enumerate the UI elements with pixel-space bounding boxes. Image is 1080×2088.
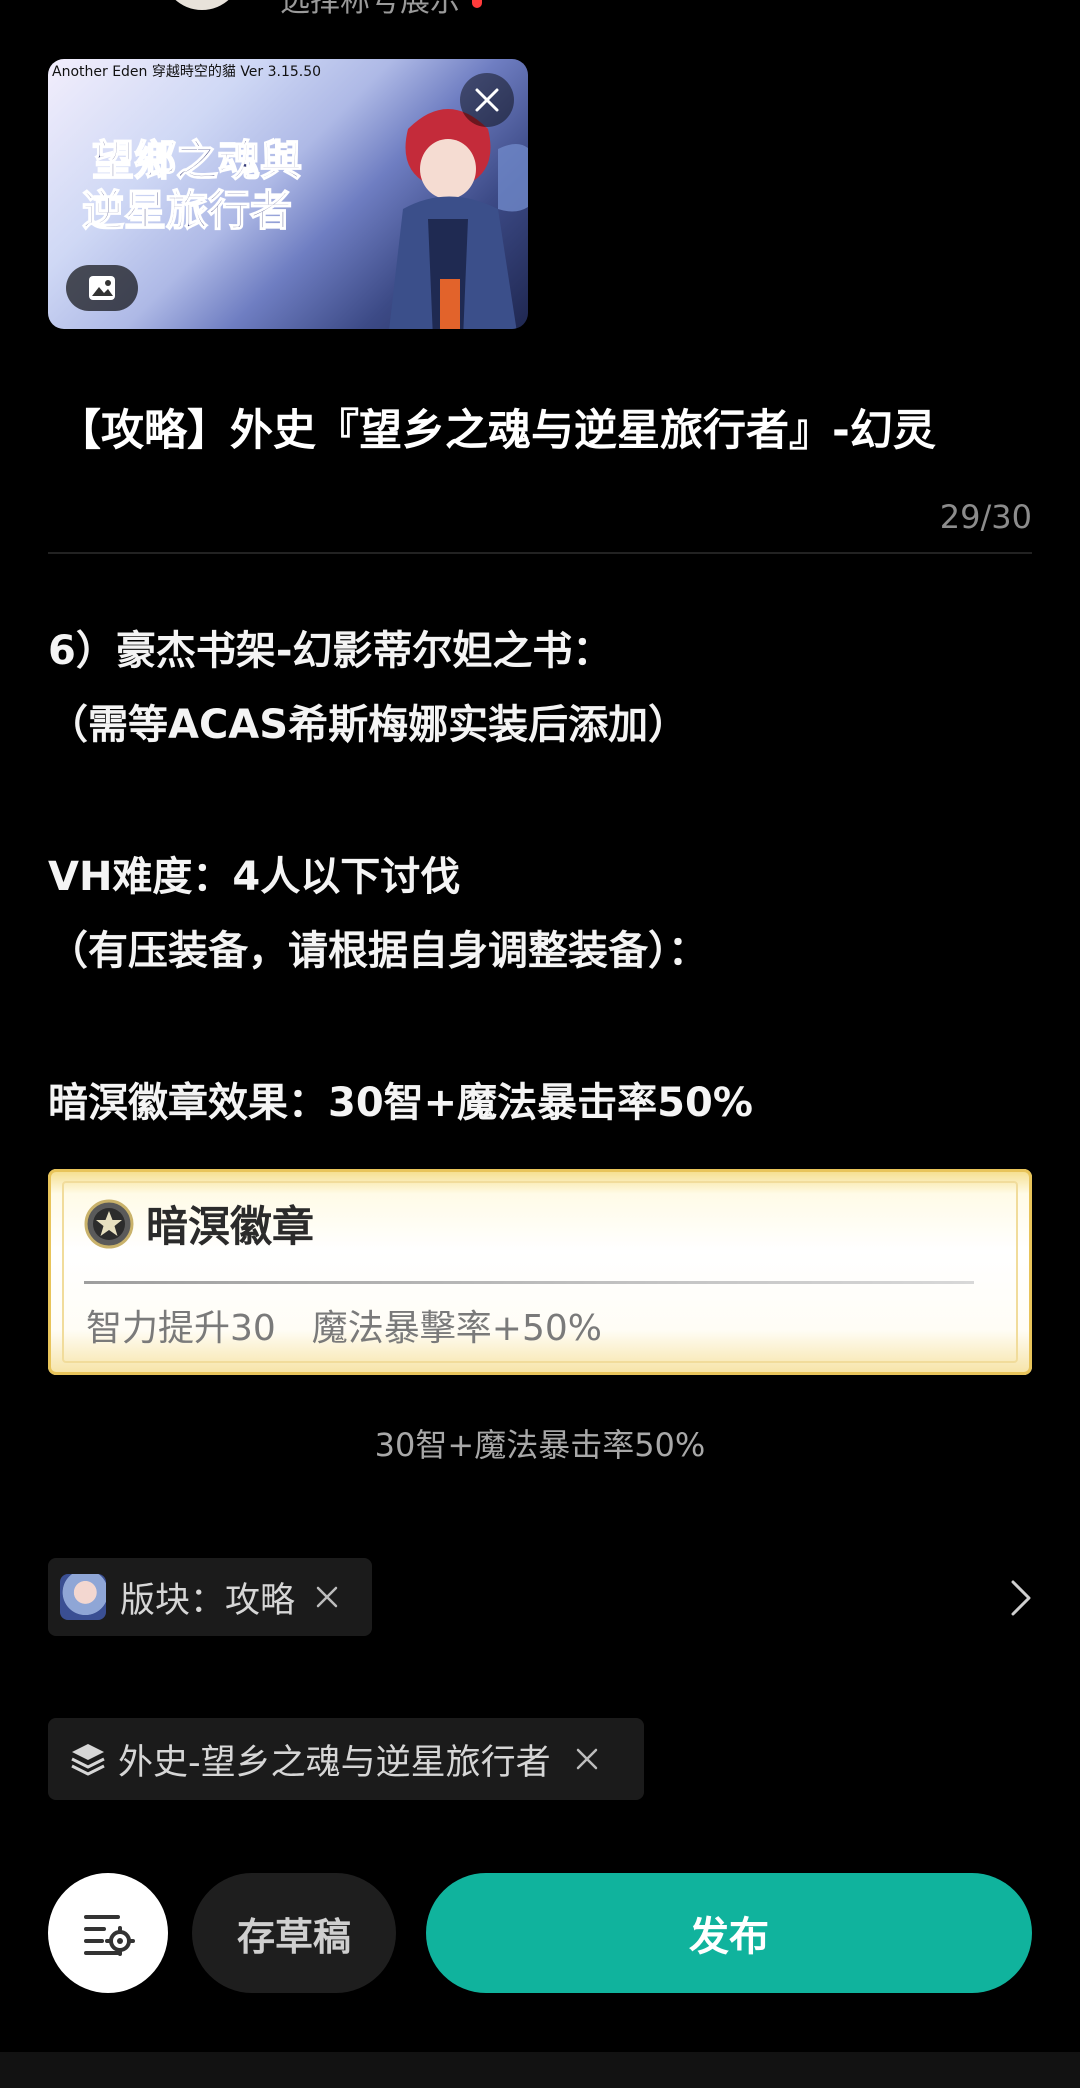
system-nav-bar (0, 2052, 1080, 2088)
settings-icon (84, 1915, 135, 1956)
badge-effect: 智力提升30 魔法暴擊率+50% (86, 1308, 602, 1349)
topic-tag-label: 外史-望乡之魂与逆星旅行者 (118, 1742, 551, 1783)
cover-image[interactable]: Another Eden 穿越時空的貓 Ver 3.15.50 望鄉之魂與 逆星… (48, 59, 528, 329)
divider (48, 552, 1032, 554)
notification-dot (472, 0, 482, 8)
publish-button[interactable]: 发布 (426, 1873, 1032, 1993)
image-icon (89, 276, 115, 300)
cover-caption: Another Eden 穿越時空的貓 Ver 3.15.50 (52, 64, 322, 80)
badge-image[interactable]: 暗溟徽章 智力提升30 魔法暴擊率+50% (48, 1169, 1032, 1375)
topic-tag[interactable]: 外史-望乡之魂与逆星旅行者 (48, 1718, 644, 1800)
avatar (162, 0, 242, 10)
board-tag-label: 版块：攻略 (120, 1580, 296, 1621)
board-avatar (60, 1574, 106, 1620)
post-settings-button[interactable] (48, 1873, 168, 1993)
save-draft-button[interactable]: 存草稿 (192, 1873, 396, 1993)
close-icon[interactable] (573, 1745, 601, 1773)
star-medal-icon (84, 1199, 134, 1249)
title-selector-row[interactable]: 选择称号展示 (0, 0, 1080, 18)
cover-logo: 望鄉之魂與 逆星旅行者 (82, 135, 303, 236)
close-icon[interactable] (313, 1583, 341, 1611)
body-paragraph[interactable]: VH难度：4人以下讨伐 (48, 844, 1038, 902)
body-paragraph[interactable]: 6）豪杰书架-幻影蒂尔妲之书： (48, 618, 1038, 676)
title-char-counter: 29/30 (939, 498, 1032, 536)
body-paragraph[interactable]: 暗溟徽章效果：30智+魔法暴击率50% (48, 1070, 1038, 1128)
board-tag[interactable]: 版块：攻略 (48, 1558, 372, 1636)
badge-name: 暗溟徽章 (146, 1202, 315, 1251)
layers-icon (71, 1744, 105, 1776)
change-cover-button[interactable] (66, 265, 138, 311)
close-icon (475, 88, 499, 112)
post-title[interactable]: 【攻略】外史『望乡之魂与逆星旅行者』-幻灵 (58, 396, 1030, 458)
remove-cover-button[interactable] (460, 73, 514, 127)
chevron-right-icon[interactable] (1008, 1578, 1034, 1618)
image-caption[interactable]: 30智+魔法暴击率50% (0, 1420, 1080, 1466)
cover-logo-line1: 望鄉之魂與 (92, 136, 302, 185)
cover-logo-line2: 逆星旅行者 (82, 186, 292, 235)
body-paragraph[interactable]: （有压装备，请根据自身调整装备）： (48, 918, 1038, 976)
title-selector-label: 选择称号展示 (280, 0, 460, 18)
badge-divider (84, 1281, 974, 1284)
body-paragraph[interactable]: （需等ACAS希斯梅娜实装后添加） (48, 692, 1038, 750)
character-illustration (389, 109, 528, 329)
